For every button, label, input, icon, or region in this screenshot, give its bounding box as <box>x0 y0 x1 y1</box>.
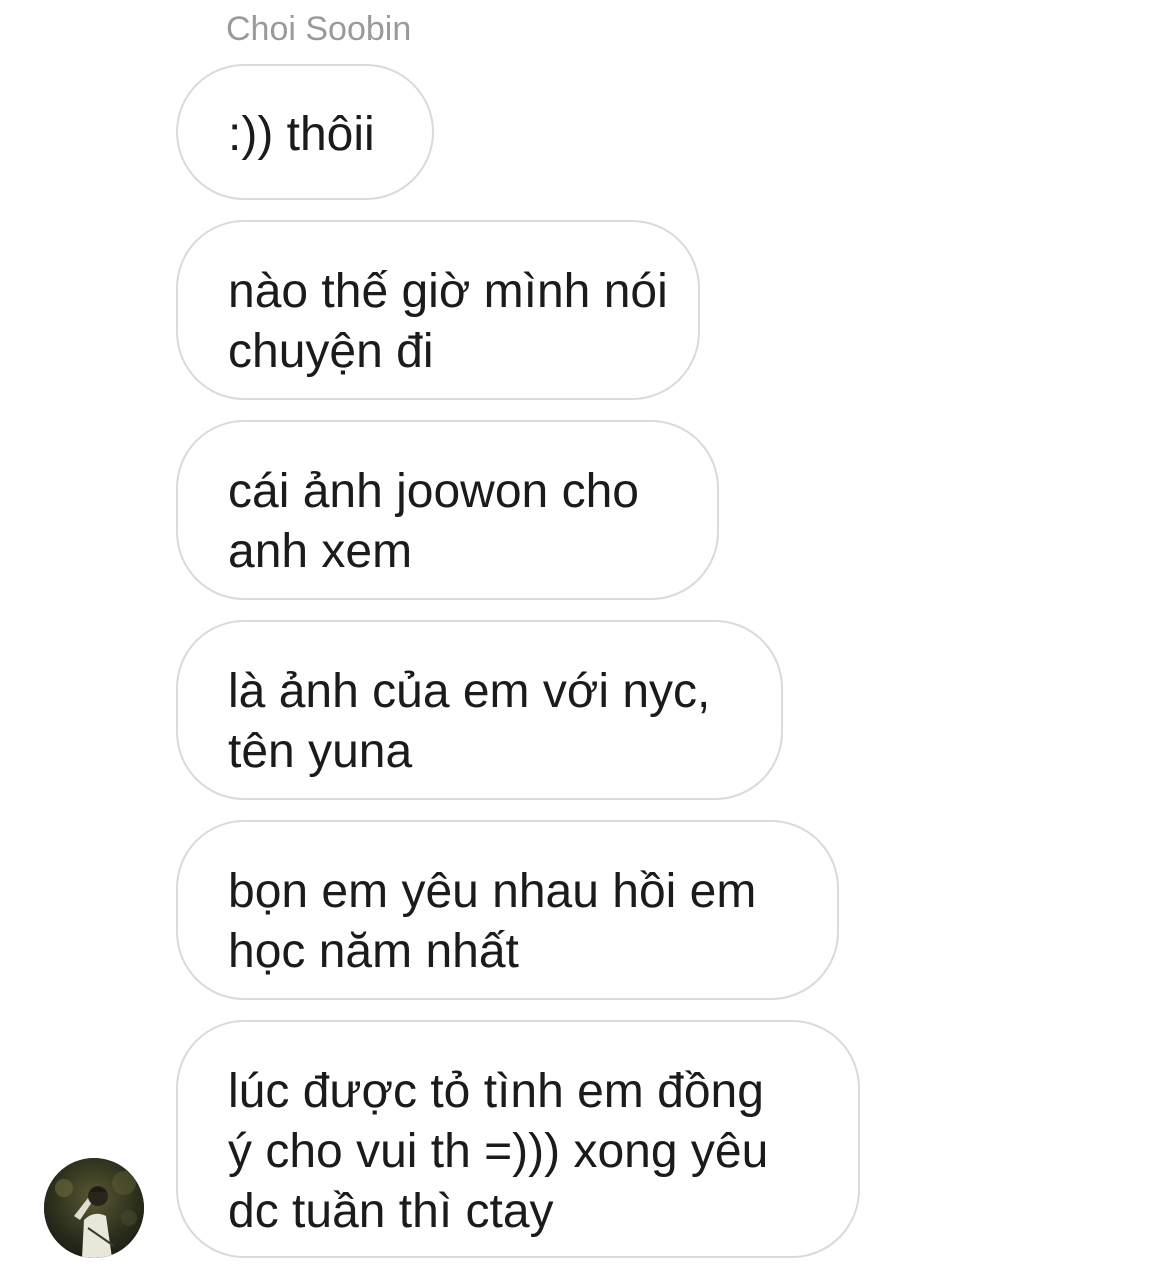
message-bubble[interactable]: là ảnh của em với nyc, tên yuna <box>176 620 783 800</box>
message-bubble[interactable]: nào thế giờ mình nói chuyện đi <box>176 220 700 400</box>
sender-avatar[interactable] <box>44 1158 144 1258</box>
message-bubble[interactable]: lúc được tỏ tình em đồng ý cho vui th =)… <box>176 1020 860 1258</box>
message-bubble[interactable]: :)) thôii <box>176 64 434 200</box>
sender-name: Choi Soobin <box>226 10 412 48</box>
message-bubble[interactable]: bọn em yêu nhau hồi em học năm nhất <box>176 820 839 1000</box>
message-bubble[interactable]: cái ảnh joowon cho anh xem <box>176 420 719 600</box>
profile-photo-icon <box>44 1158 144 1258</box>
